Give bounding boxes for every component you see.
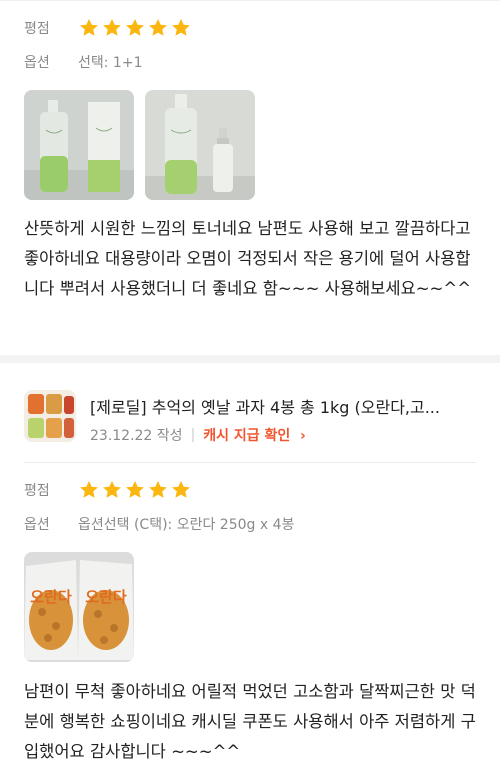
chevron-right-icon: › [295, 428, 306, 444]
star-icon [103, 481, 121, 498]
star-icon [172, 19, 190, 36]
option-row: 옵션 선택: 1+1 [24, 52, 142, 72]
option-label: 옵션 [24, 55, 50, 71]
option-label: 옵션 [24, 517, 50, 533]
review-date: 23.12.22 작성 [90, 428, 183, 444]
bag-label-right: 오란다 [85, 588, 127, 606]
star-icon [103, 19, 121, 36]
star-icon [172, 481, 190, 498]
cash-confirm-link[interactable]: 캐시 지급 확인 › [203, 425, 306, 445]
product-title-link[interactable]: [제로딜] 추억의 옛날 과자 4봉 총 1kg (오란다,고... [90, 394, 482, 418]
review-meta: 23.12.22 작성 | 캐시 지급 확인 › [90, 425, 306, 445]
rating-row: 평점 [24, 17, 192, 39]
star-icon [126, 481, 144, 498]
review-photo-toner-box[interactable] [24, 90, 134, 200]
star-icon [149, 19, 167, 36]
option-value: 선택: 1+1 [78, 55, 143, 71]
cash-confirm-label: 캐시 지급 확인 [203, 428, 291, 444]
star-icon [80, 481, 98, 498]
option-value: 옵션선택 (C택): 오란다 250g x 4봉 [78, 517, 295, 533]
star-rating [78, 479, 192, 501]
star-icon [80, 19, 98, 36]
review-photo-snack-bags[interactable]: 오란다 오란다 [24, 552, 134, 662]
section-divider [0, 355, 500, 363]
star-rating [78, 17, 192, 39]
rating-label: 평점 [24, 21, 50, 37]
rating-row: 평점 [24, 479, 192, 501]
star-icon [126, 19, 144, 36]
product-thumbnail[interactable] [24, 390, 76, 442]
rating-label: 평점 [24, 483, 50, 499]
review-body-text: 산뜻하게 시원한 느낌의 토너네요 남편도 사용해 보고 깔끔하다고 좋아하네요… [24, 219, 472, 298]
bag-label-left: 오란다 [30, 588, 72, 606]
star-icon [149, 481, 167, 498]
option-row: 옵션 옵션선택 (C택): 오란다 250g x 4봉 [24, 514, 294, 534]
review-photo-toner-spray[interactable] [145, 90, 255, 200]
review-body-text: 남편이 무척 좋아하네요 어릴적 먹었던 고소함과 달짝찌근한 맛 덕분에 행복… [24, 682, 476, 761]
header-divider [24, 462, 476, 463]
top-divider [0, 0, 500, 1]
meta-separator: | [190, 427, 196, 443]
